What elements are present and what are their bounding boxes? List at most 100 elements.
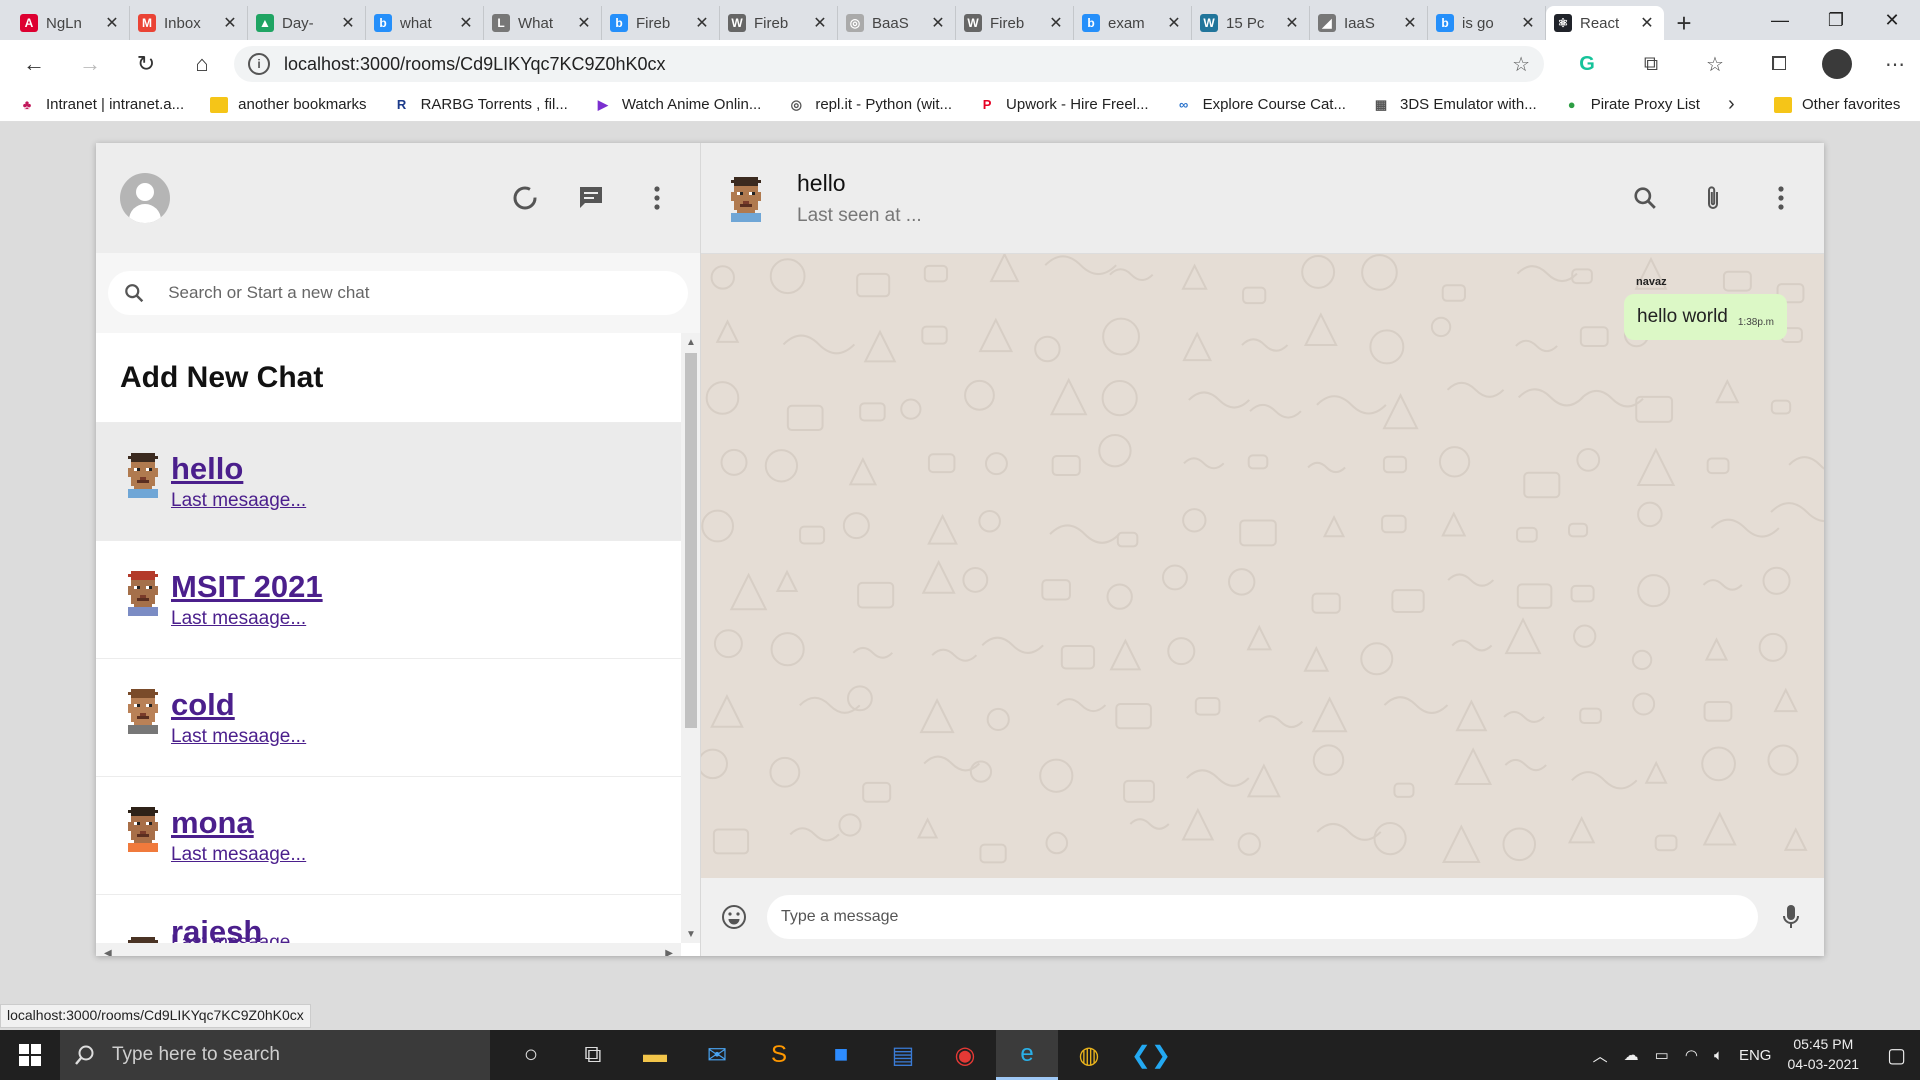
site-info-icon[interactable]: i: [248, 53, 270, 75]
add-favorite-icon[interactable]: ☆: [1512, 52, 1530, 77]
chat-list-item[interactable]: mona Last mesaage...: [96, 777, 681, 895]
language-indicator[interactable]: ENG: [1739, 1047, 1772, 1064]
close-tab-icon[interactable]: ✕: [457, 13, 475, 33]
close-tab-icon[interactable]: ✕: [929, 13, 947, 33]
search-box[interactable]: [108, 271, 688, 315]
bookmark-item[interactable]: ● Pirate Proxy List: [1563, 96, 1700, 113]
other-favorites-folder[interactable]: Other favorites: [1774, 96, 1900, 113]
browser-tab[interactable]: W Fireb ✕: [720, 6, 838, 40]
browser-tab[interactable]: L What ✕: [484, 6, 602, 40]
edge-browser-icon[interactable]: e: [996, 1030, 1058, 1080]
browser-tab[interactable]: ◢ IaaS ✕: [1310, 6, 1428, 40]
message-bubble[interactable]: hello world 1:38p.m: [1624, 294, 1787, 340]
emoji-icon[interactable]: [715, 898, 753, 936]
close-tab-icon[interactable]: ✕: [1638, 13, 1656, 33]
chat-last-message-link[interactable]: Last mesaage...: [171, 726, 306, 748]
windows-start-icon[interactable]: [0, 1030, 60, 1080]
favorites-icon[interactable]: ☆: [1694, 46, 1736, 82]
recorder-icon[interactable]: ◉: [934, 1030, 996, 1080]
volume-icon[interactable]: 🔈︎: [1714, 1047, 1723, 1064]
mail-icon[interactable]: ✉: [686, 1030, 748, 1080]
chat-list-item[interactable]: rajesh Last mesaage...: [96, 895, 681, 943]
status-icon[interactable]: [506, 179, 544, 217]
chat-list-item[interactable]: cold Last mesaage...: [96, 659, 681, 777]
browser-tab[interactable]: W Fireb ✕: [956, 6, 1074, 40]
vscode-icon[interactable]: ❮❯: [1120, 1030, 1182, 1080]
browser-tab[interactable]: ◎ BaaS ✕: [838, 6, 956, 40]
chat-list-scroll[interactable]: Add New Chat hello Last mesaage... MSIT 20…: [96, 333, 681, 943]
vertical-scrollbar[interactable]: ▲ ▼: [681, 333, 700, 943]
chat-name-link[interactable]: cold: [171, 687, 306, 723]
address-url[interactable]: localhost:3000/rooms/Cd9LIKYqc7KC9Z0hK0c…: [284, 54, 1512, 75]
user-avatar[interactable]: [120, 173, 170, 223]
notification-icon[interactable]: ▢: [1887, 1043, 1906, 1068]
chat-last-message-link[interactable]: Last mesaage...: [171, 844, 306, 866]
new-tab-button[interactable]: +: [1664, 6, 1704, 40]
bookmark-item[interactable]: another bookmarks: [210, 96, 367, 113]
horizontal-scrollbar[interactable]: ◀ ▶: [96, 943, 681, 956]
bookmark-item[interactable]: ♣ Intranet | intranet.a...: [18, 96, 184, 113]
browser-menu-icon[interactable]: ⋯: [1874, 46, 1916, 82]
close-tab-icon[interactable]: ✕: [1519, 13, 1537, 33]
sublime-text-icon[interactable]: S: [748, 1030, 810, 1080]
chat-more-vert-icon[interactable]: [1762, 179, 1800, 217]
collections-icon[interactable]: ⧠: [1758, 46, 1800, 82]
close-tab-icon[interactable]: ✕: [221, 13, 239, 33]
tray-expand-icon[interactable]: ︿: [1593, 1045, 1608, 1066]
extension-icon[interactable]: ⧉: [1630, 46, 1672, 82]
clock[interactable]: 05:45 PM 04-03-2021: [1787, 1035, 1859, 1074]
more-vert-icon[interactable]: [638, 179, 676, 217]
browser-tab[interactable]: W 15 Pc ✕: [1192, 6, 1310, 40]
close-tab-icon[interactable]: ✕: [339, 13, 357, 33]
forward-icon[interactable]: →: [68, 46, 112, 82]
more-bookmarks-chevron-icon[interactable]: ›: [1728, 93, 1735, 116]
new-chat-icon[interactable]: [572, 179, 610, 217]
search-messages-icon[interactable]: [1626, 179, 1664, 217]
bookmark-item[interactable]: ▦ 3DS Emulator with...: [1372, 96, 1537, 113]
cortana-icon[interactable]: ○: [500, 1030, 562, 1080]
message-input[interactable]: [767, 895, 1758, 939]
chat-last-message-link[interactable]: Last mesaage...: [171, 932, 306, 943]
task-view-icon[interactable]: ⧉: [562, 1030, 624, 1080]
browser-tab[interactable]: b what ✕: [366, 6, 484, 40]
scroll-up-arrow-icon[interactable]: ▲: [681, 333, 700, 351]
close-tab-icon[interactable]: ✕: [575, 13, 593, 33]
back-icon[interactable]: ←: [12, 46, 56, 82]
mic-icon[interactable]: [1772, 898, 1810, 936]
address-bar[interactable]: i localhost:3000/rooms/Cd9LIKYqc7KC9Z0hK…: [234, 46, 1544, 82]
bookmark-item[interactable]: ∞ Explore Course Cat...: [1175, 96, 1346, 113]
room-avatar[interactable]: [725, 174, 767, 222]
bookmark-item[interactable]: P Upwork - Hire Freel...: [978, 96, 1149, 113]
bookmark-item[interactable]: ◎ repl.it - Python (wit...: [787, 96, 952, 113]
zoom-icon[interactable]: ■: [810, 1030, 872, 1080]
close-tab-icon[interactable]: ✕: [693, 13, 711, 33]
close-tab-icon[interactable]: ✕: [1283, 13, 1301, 33]
close-tab-icon[interactable]: ✕: [811, 13, 829, 33]
close-window-icon[interactable]: ✕: [1864, 0, 1920, 40]
search-input[interactable]: [168, 283, 672, 303]
bookmark-item[interactable]: ▶ Watch Anime Onlin...: [594, 96, 762, 113]
browser-tab[interactable]: b exam ✕: [1074, 6, 1192, 40]
chat-name-link[interactable]: mona: [171, 805, 306, 841]
chat-list-item[interactable]: hello Last mesaage...: [96, 423, 681, 541]
scroll-left-arrow-icon[interactable]: ◀: [104, 948, 112, 957]
onedrive-icon[interactable]: ☁: [1624, 1046, 1639, 1064]
browser-tab[interactable]: M Inbox ✕: [130, 6, 248, 40]
chat-name-link[interactable]: hello: [171, 451, 306, 487]
minimize-icon[interactable]: —: [1752, 0, 1808, 40]
file-explorer-icon[interactable]: ▬: [624, 1030, 686, 1080]
attach-file-icon[interactable]: [1694, 179, 1732, 217]
browser-tab[interactable]: ▲ Day- ✕: [248, 6, 366, 40]
refresh-icon[interactable]: ↻: [124, 46, 168, 82]
document-app-icon[interactable]: ▤: [872, 1030, 934, 1080]
grammarly-extension-icon[interactable]: G: [1566, 46, 1608, 82]
add-new-chat-button[interactable]: Add New Chat: [96, 333, 681, 423]
restore-icon[interactable]: ❐: [1808, 0, 1864, 40]
close-tab-icon[interactable]: ✕: [1165, 13, 1183, 33]
close-tab-icon[interactable]: ✕: [1047, 13, 1065, 33]
chrome-icon[interactable]: ◍: [1058, 1030, 1120, 1080]
bookmark-item[interactable]: R RARBG Torrents , fil...: [393, 96, 568, 113]
chat-last-message-link[interactable]: Last mesaage...: [171, 608, 323, 630]
browser-tab[interactable]: ⚛ React ✕: [1546, 6, 1664, 40]
browser-tab[interactable]: b is go ✕: [1428, 6, 1546, 40]
